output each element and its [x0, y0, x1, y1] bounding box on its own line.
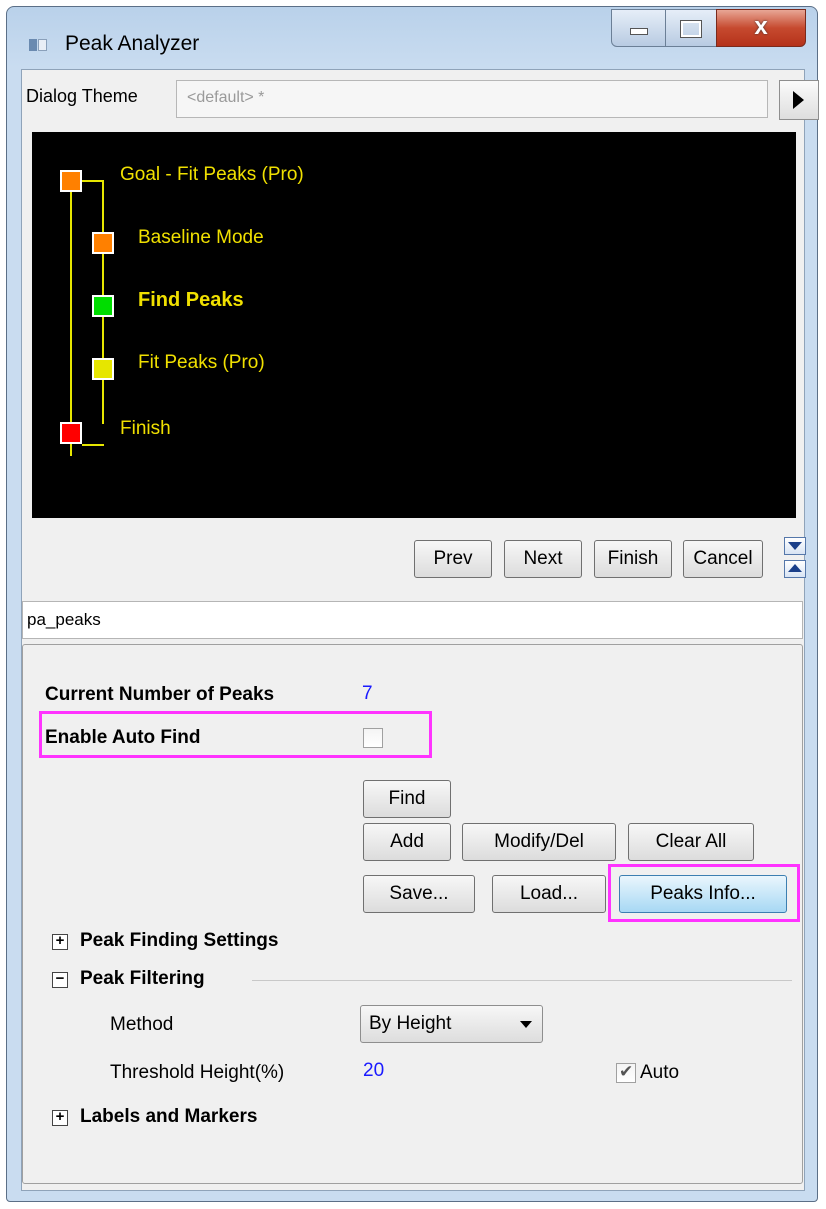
modify-del-button[interactable]: Modify/Del: [462, 823, 616, 861]
peaks-info-button[interactable]: Peaks Info...: [619, 875, 787, 913]
labels-and-markers-header[interactable]: Labels and Markers: [80, 1106, 257, 1128]
flow-node-find-peaks[interactable]: [92, 295, 114, 317]
current-peaks-value: 7: [362, 683, 373, 704]
theme-menu-button[interactable]: [779, 80, 819, 120]
auto-find-label: Enable Auto Find: [45, 727, 201, 748]
flow-connector: [82, 180, 104, 182]
collapse-panel-button[interactable]: [784, 537, 806, 555]
finish-button[interactable]: Finish: [594, 540, 672, 578]
current-peaks-label: Current Number of Peaks: [45, 684, 275, 705]
expand-plus-icon[interactable]: +: [52, 933, 68, 950]
triangle-right-icon: [793, 91, 804, 109]
close-button[interactable]: x: [716, 9, 806, 47]
expand-panel-button[interactable]: [784, 560, 806, 578]
peak-filtering-header[interactable]: Peak Filtering: [80, 968, 205, 990]
flow-node-fit-peaks[interactable]: [92, 358, 114, 380]
flow-connector: [82, 444, 104, 446]
flow-label-fit-peaks[interactable]: Fit Peaks (Pro): [138, 352, 265, 374]
peak-analyzer-window: Peak Analyzer x Dialog Theme <default> *…: [6, 6, 819, 1202]
flow-connector: [70, 182, 72, 456]
flow-node-finish[interactable]: [60, 422, 82, 444]
flow-node-goal[interactable]: [60, 170, 82, 192]
clear-all-button[interactable]: Clear All: [628, 823, 754, 861]
section-divider: [252, 980, 792, 981]
auto-threshold-label: Auto: [640, 1062, 680, 1083]
flow-label-goal[interactable]: Goal - Fit Peaks (Pro): [120, 164, 304, 186]
method-dropdown[interactable]: By Height: [360, 1005, 543, 1043]
auto-threshold-checkbox[interactable]: [616, 1062, 636, 1083]
close-icon: x: [754, 13, 768, 40]
add-button[interactable]: Add: [363, 823, 451, 861]
auto-find-checkbox[interactable]: [363, 728, 383, 748]
find-button[interactable]: Find: [363, 780, 451, 818]
minimize-button[interactable]: [611, 9, 666, 47]
save-button[interactable]: Save...: [363, 875, 475, 913]
chevron-down-icon: [520, 1021, 532, 1028]
maximize-button[interactable]: [665, 9, 717, 47]
dialog-theme-field[interactable]: <default> *: [176, 80, 768, 118]
arrow-down-icon: [788, 542, 802, 550]
app-icon: [29, 39, 47, 51]
threshold-height-label: Threshold Height(%): [110, 1062, 285, 1083]
method-dropdown-value: By Height: [369, 1013, 452, 1034]
minimize-icon: [612, 15, 665, 41]
collapse-minus-icon[interactable]: −: [52, 971, 68, 988]
flow-chart-panel: Goal - Fit Peaks (Pro) Baseline Mode Fin…: [32, 132, 796, 518]
maximize-icon: [666, 15, 716, 43]
load-button[interactable]: Load...: [492, 875, 606, 913]
dialog-client: Dialog Theme <default> * Goal - Fit Peak…: [21, 69, 819, 1191]
panel-title: pa_peaks: [22, 601, 803, 639]
dialog-theme-label: Dialog Theme: [26, 86, 138, 106]
next-button[interactable]: Next: [504, 540, 582, 578]
prev-button[interactable]: Prev: [414, 540, 492, 578]
expand-plus-icon[interactable]: +: [52, 1109, 68, 1126]
method-label: Method: [110, 1014, 174, 1035]
flow-label-baseline[interactable]: Baseline Mode: [138, 227, 264, 249]
window-title: Peak Analyzer: [65, 32, 200, 55]
arrow-up-icon: [788, 564, 802, 572]
flow-label-find-peaks[interactable]: Find Peaks: [138, 289, 244, 312]
title-bar[interactable]: Peak Analyzer x: [7, 7, 817, 69]
cancel-button[interactable]: Cancel: [683, 540, 763, 578]
threshold-height-value[interactable]: 20: [363, 1060, 384, 1082]
flow-label-finish[interactable]: Finish: [120, 418, 171, 440]
peak-finding-settings-header[interactable]: Peak Finding Settings: [80, 930, 278, 952]
flow-node-baseline[interactable]: [92, 232, 114, 254]
